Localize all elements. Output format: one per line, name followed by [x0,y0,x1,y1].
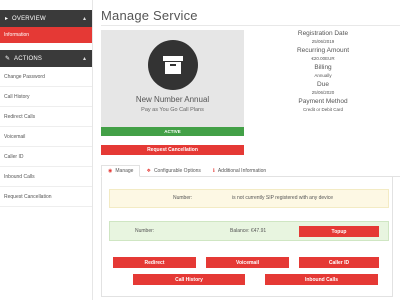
registration-date-label: Registration Date [297,30,349,37]
product-name: New Number Annual [135,95,210,104]
product-plan: Pay as You Go Call Plans [141,107,204,113]
billing-value: Annually [314,73,332,78]
actions-label: ACTIONS [14,55,43,62]
call-history-button[interactable]: Call History [133,274,245,285]
sidebar-item-voicemail[interactable]: Voicemail [0,127,92,147]
redirect-button[interactable]: Redirect [113,257,196,268]
sidebar-item-inbound-calls[interactable]: Inbound Calls [0,167,92,187]
service-details: Registration Date 25/06/2019 Recurring A… [272,30,374,115]
voicemail-button[interactable]: Voicemail [206,257,289,268]
topup-button[interactable]: Topup [299,226,379,237]
caller-id-button[interactable]: Caller ID [299,257,379,268]
chevron-up-icon: ▴ [82,56,86,62]
wrench-icon: ✎ [5,56,11,62]
sidebar-item-call-history[interactable]: Call History [0,87,92,107]
request-cancellation-button[interactable]: Request Cancellation [101,145,244,155]
sidebar-actions-header[interactable]: ✎ ACTIONS ▴ [0,50,92,67]
balance-value: Balance: €47.91 [230,228,267,234]
chevron-right-icon: ▸ [5,16,9,22]
recurring-amount-label: Recurring Amount [296,47,350,54]
info-icon: ℹ [212,168,215,174]
tab-additional-information[interactable]: ℹ Additional Information [207,165,272,177]
cubes-icon: ❖ [146,168,151,174]
sidebar-item-caller-id[interactable]: Caller ID [0,147,92,167]
sidebar-item-information[interactable]: Information [0,27,92,43]
manage-panel: Number: is not currently SIP registered … [101,177,393,297]
due-label: Due [317,81,329,88]
sip-status-message: is not currently SIP registered with any… [232,195,334,201]
product-card: New Number Annual Pay as You Go Call Pla… [101,30,244,127]
status-badge: ACTIVE [101,127,244,136]
overview-label: OVERVIEW [12,15,46,22]
service-tabs: ◉ Manage ❖ Configurable Options ℹ Additi… [101,165,400,177]
inbound-calls-button[interactable]: Inbound Calls [265,274,378,285]
archive-box-icon [148,40,198,90]
sidebar-item-change-password[interactable]: Change Password [0,67,92,87]
tab-additional-information-label: Additional Information [217,168,267,174]
recurring-amount-value: €20.00EUR [311,56,335,61]
tab-configurable-options-label: Configurable Options [153,168,201,174]
sidebar-item-request-cancellation[interactable]: Request Cancellation [0,187,92,207]
number-label: Number: [173,195,193,201]
payment-method-label: Payment Method [298,98,348,105]
sidebar: ▸ OVERVIEW ▴ Information ✎ ACTIONS ▴ Cha… [0,0,93,300]
balance-number-label: Number: [135,228,155,234]
tab-manage-label: Manage [115,168,134,174]
sip-status-alert: Number: is not currently SIP registered … [109,189,389,208]
registration-date-value: 25/06/2019 [311,39,335,44]
page-title: Manage Service [101,8,198,23]
chevron-up-icon: ▴ [82,16,86,22]
title-divider [101,25,400,26]
balance-row: Number: Balance: €47.91 Topup [109,221,389,241]
target-icon: ◉ [108,168,113,174]
sidebar-overview-header[interactable]: ▸ OVERVIEW ▴ [0,10,92,27]
tab-manage[interactable]: ◉ Manage [101,165,141,177]
billing-label: Billing [314,64,332,71]
sidebar-item-redirect-calls[interactable]: Redirect Calls [0,107,92,127]
payment-method-value: Credit or Debit Card [302,107,343,112]
due-value: 25/06/2020 [311,90,335,95]
tab-configurable-options[interactable]: ❖ Configurable Options [140,165,206,177]
